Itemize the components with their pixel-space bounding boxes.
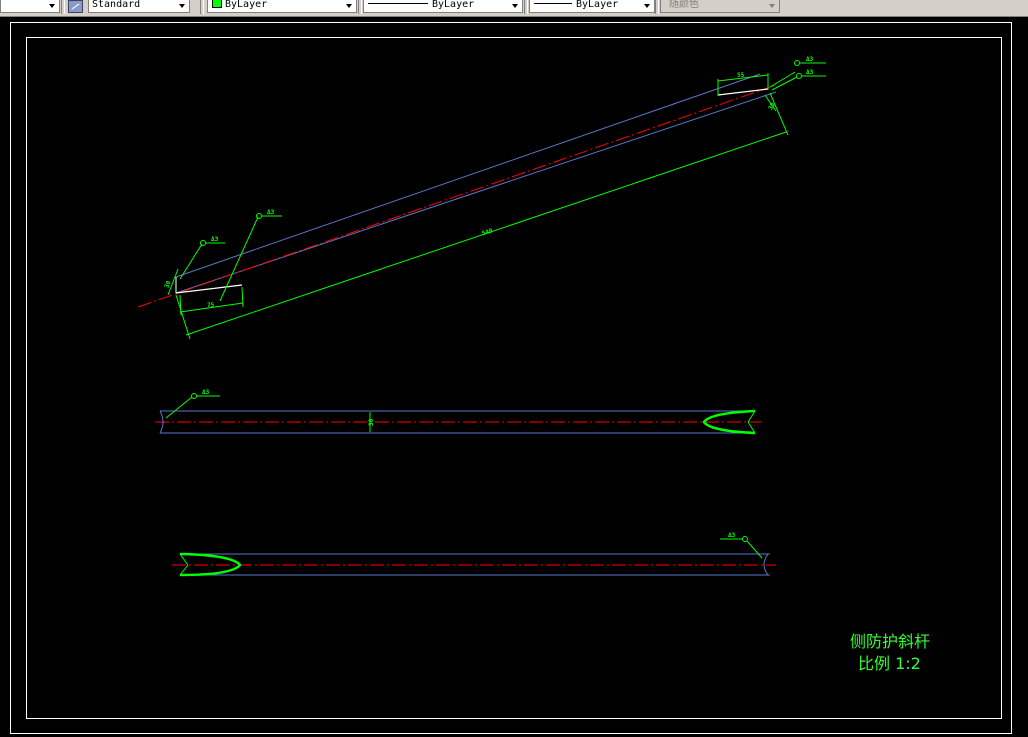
bar-centerline xyxy=(137,84,777,308)
text-style-icon[interactable] xyxy=(68,0,83,13)
bar-cut-left xyxy=(175,284,243,294)
chevron-down-icon[interactable] xyxy=(510,0,520,12)
drawing-canvas[interactable]: 540 75 55 30 30 Δ3 Δ3 Δ3 Δ3 30 Δ3 Δ3 侧防护… xyxy=(0,17,1028,737)
weld-symbol-text: Δ3 xyxy=(806,56,814,63)
lineweight-dropdown[interactable]: ByLayer xyxy=(529,0,655,13)
chevron-down-icon[interactable] xyxy=(642,0,652,12)
plot-style-value: 随颜色 xyxy=(669,0,699,10)
weld-symbol-text: Δ3 xyxy=(202,389,210,396)
color-swatch-icon xyxy=(212,0,222,8)
linetype-value: ByLayer xyxy=(432,0,475,10)
toolbar-separator xyxy=(524,0,528,14)
chevron-down-icon[interactable] xyxy=(47,0,57,12)
bottom-tube-view: Δ3 xyxy=(172,532,776,577)
lineweight-preview-icon xyxy=(534,2,572,4)
plot-style-dropdown: 随颜色 xyxy=(660,0,780,13)
weld-symbol-text: Δ3 xyxy=(806,69,814,76)
linetype-dropdown[interactable]: ByLayer xyxy=(363,0,523,13)
weld-symbol-text: Δ3 xyxy=(728,532,736,539)
layer-dropdown[interactable] xyxy=(0,0,60,13)
cad-drawing: 540 75 55 30 30 Δ3 Δ3 Δ3 Δ3 30 Δ3 Δ3 xyxy=(137,56,826,577)
text-style-value: Standard xyxy=(92,0,141,10)
dim-bottom-left-text: 75 xyxy=(207,302,215,309)
dim-overall-text: 540 xyxy=(481,227,494,237)
weld-symbol-text: Δ3 xyxy=(267,209,275,216)
drawing-title-block: 侧防护斜杆 比例 1:2 xyxy=(850,631,930,675)
toolbar-separator xyxy=(358,0,362,14)
chevron-down-icon[interactable] xyxy=(344,0,354,12)
dim-extension xyxy=(769,92,789,136)
weld-symbol-text: Δ3 xyxy=(211,236,219,243)
toolbar-separator xyxy=(200,0,204,14)
lineweight-value: ByLayer xyxy=(576,0,619,10)
properties-toolbar: Standard ByLayer ByLayer ByLayer 随颜色 xyxy=(0,0,1028,17)
inclined-bar-view: 540 75 55 30 30 Δ3 Δ3 Δ3 Δ3 xyxy=(137,56,826,340)
chevron-down-icon[interactable] xyxy=(177,0,187,12)
dim-top-text: 55 xyxy=(737,72,745,79)
text-style-dropdown[interactable]: Standard xyxy=(88,0,190,13)
linetype-preview-icon xyxy=(368,2,428,4)
toolbar-separator xyxy=(61,0,65,14)
dim-extension xyxy=(175,294,191,340)
drawing-scale: 比例 1:2 xyxy=(858,654,921,673)
color-value: ByLayer xyxy=(225,0,268,10)
bar-outline-top xyxy=(175,73,761,278)
color-dropdown[interactable]: ByLayer xyxy=(207,0,357,13)
bar-cut-right xyxy=(717,88,769,96)
toolbar-separator xyxy=(655,0,659,14)
drawing-title: 侧防护斜杆 xyxy=(850,632,931,651)
dim-middle-diameter-text: 30 xyxy=(368,418,375,426)
middle-tube-view: 30 Δ3 xyxy=(155,389,762,435)
dim-extension xyxy=(241,286,244,308)
chevron-down-icon xyxy=(767,0,777,12)
